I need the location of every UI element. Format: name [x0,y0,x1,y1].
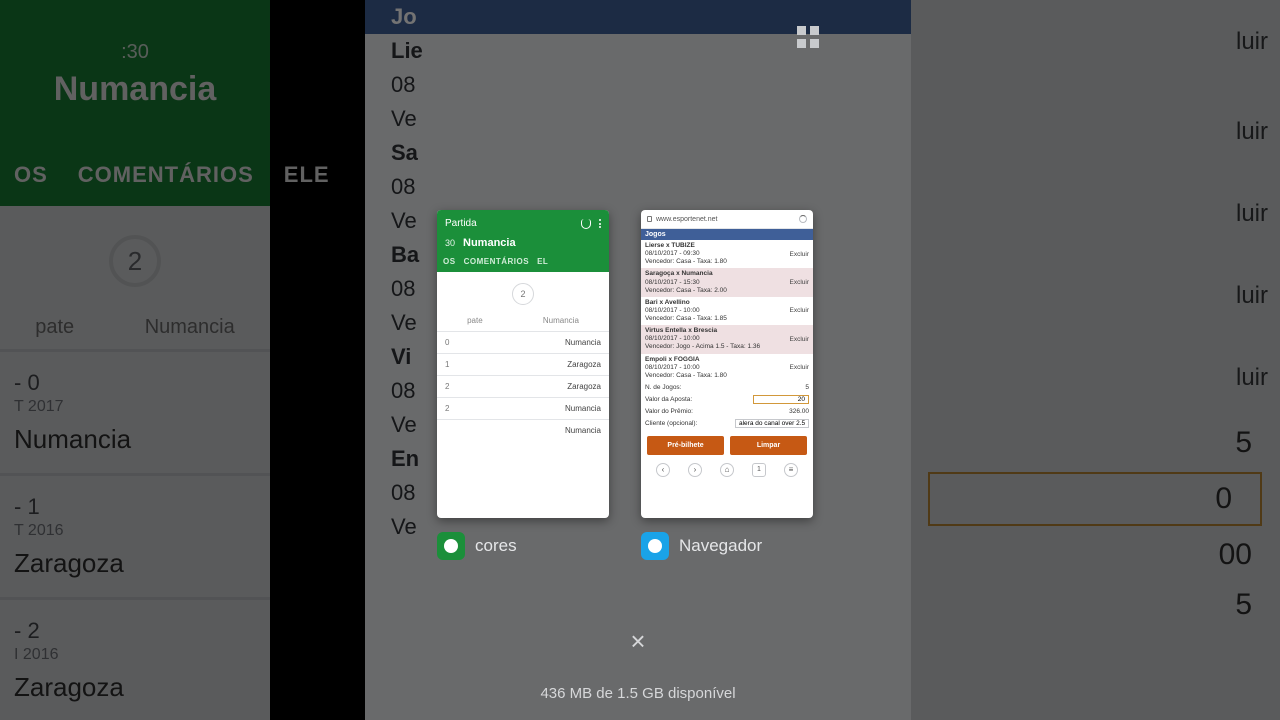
url-text: www.esportenet.net [656,216,717,223]
bet-row: Virtus Entella x Brescia 08/10/2017 - 10… [641,325,813,353]
background-right-app: luir luir luir luir luir 5 0 00 5 [910,0,1280,720]
valor-premio-value: 326.00 [789,408,809,415]
exclude-link[interactable]: Excluir [789,307,809,314]
limpar-button[interactable]: Limpar [730,436,807,455]
apps-grid-icon[interactable] [797,26,819,48]
betslip-header: Jogos [641,229,813,240]
bg-left-tab-comments: COMENTÁRIOS [78,162,254,188]
recent-app-card-scores[interactable]: Partida 30 Numancia [437,210,609,518]
recent-app-label-browser: Navegador [679,536,762,556]
exclude-link[interactable]: Excluir [789,279,809,286]
bg-left-score-circle: 2 [109,235,161,287]
bg-left-tab-frag-r: ELE [284,162,330,188]
bet-row: Saragoça x Numancia 08/10/2017 - 15:30 V… [641,268,813,296]
bell-icon [581,219,591,229]
close-all-icon[interactable]: × [625,628,651,654]
recents-overview: Jo Lie 08 Ve Sa 08 Ve Ba 08 Ve Vi 08 Ve … [365,0,911,720]
cliente-input[interactable] [735,419,809,428]
nav-fwd-icon[interactable]: › [688,463,702,477]
bg-left-history-0: - 0 T 2017 Numancia [0,349,270,473]
cardA-score-frag: 30 [445,238,455,248]
lock-icon [647,216,652,222]
bg-left-sub-label: pate [35,316,74,339]
bg-left-history-2: - 2 I 2016 Zaragoza [0,597,270,720]
cardA-circle: 2 [512,283,534,305]
njogos-label: N. de Jogos: [645,384,682,391]
nav-home-icon[interactable]: ⌂ [720,463,734,477]
bg-left-tab-frag-l: OS [14,162,48,188]
bg-left-team-below: Numancia [145,316,235,339]
recent-app-label-scores: cores [475,536,517,556]
scores-app-icon [437,532,465,560]
cliente-label: Cliente (opcional): [645,420,697,427]
cardA-title: Partida [445,218,477,229]
valor-aposta-input[interactable] [753,395,809,404]
recent-app-card-browser[interactable]: www.esportenet.net Jogos Lierse x TUBIZE… [641,210,813,518]
memory-status: 436 MB de 1.5 GB disponível [365,685,911,702]
loading-spinner-icon [799,215,807,223]
exclude-link[interactable]: Excluir [789,251,809,258]
background-left-app: :30 Numancia OS COMENTÁRIOS ELE 2 pate N… [0,0,270,720]
bet-row: Empoli x FOGGIA 08/10/2017 - 10:00 Vence… [641,354,813,382]
more-vert-icon [599,219,601,228]
nav-tabs-count[interactable]: 1 [752,463,766,477]
bg-left-history-1: - 1 T 2016 Zaragoza [0,473,270,597]
nav-menu-icon[interactable]: ≡ [784,463,798,477]
exclude-link[interactable]: Excluir [789,364,809,371]
bet-row: Bari x Avellino 08/10/2017 - 10:00 Vence… [641,297,813,325]
cardA-team: Numancia [463,237,516,249]
bg-left-team: Numancia [54,70,217,109]
pre-bilhete-button[interactable]: Pré-bilhete [647,436,724,455]
browser-app-icon [641,532,669,560]
valor-aposta-label: Valor da Aposta: [645,396,692,403]
bg-left-time: :30 [121,41,149,64]
valor-premio-label: Valor do Prêmio: [645,408,693,415]
njogos-value: 5 [805,384,809,391]
exclude-link[interactable]: Excluir [789,336,809,343]
bet-row: Lierse x TUBIZE 08/10/2017 - 09:30 Vence… [641,240,813,268]
nav-back-icon[interactable]: ‹ [656,463,670,477]
